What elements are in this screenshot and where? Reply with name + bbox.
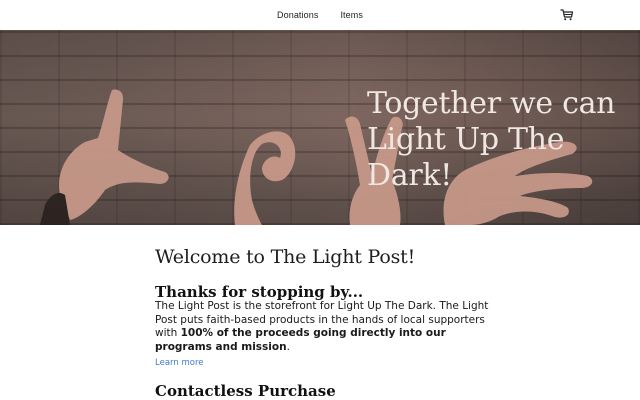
shopping-cart-icon[interactable] <box>560 8 574 22</box>
learn-more-link[interactable]: Learn more <box>155 358 203 368</box>
intro-heading: Thanks for stopping by... <box>155 283 364 301</box>
page-title: Welcome to The Light Post! <box>155 246 416 268</box>
intro-text-end: . <box>286 340 290 353</box>
nav-link-items[interactable]: Items <box>340 10 363 20</box>
nav-link-donations[interactable]: Donations <box>277 10 318 20</box>
intro-paragraph: The Light Post is the storefront for Lig… <box>155 300 495 354</box>
top-navigation: Donations Items <box>0 0 640 30</box>
contactless-heading: Contactless Purchase <box>155 382 336 400</box>
hero-title: Together we can Light Up The Dark! <box>367 86 616 193</box>
intro-text-emphasis: 100% of the proceeds going directly into… <box>155 327 446 353</box>
hero-banner: Together we can Light Up The Dark! <box>0 30 640 225</box>
nav-links: Donations Items <box>277 10 363 20</box>
